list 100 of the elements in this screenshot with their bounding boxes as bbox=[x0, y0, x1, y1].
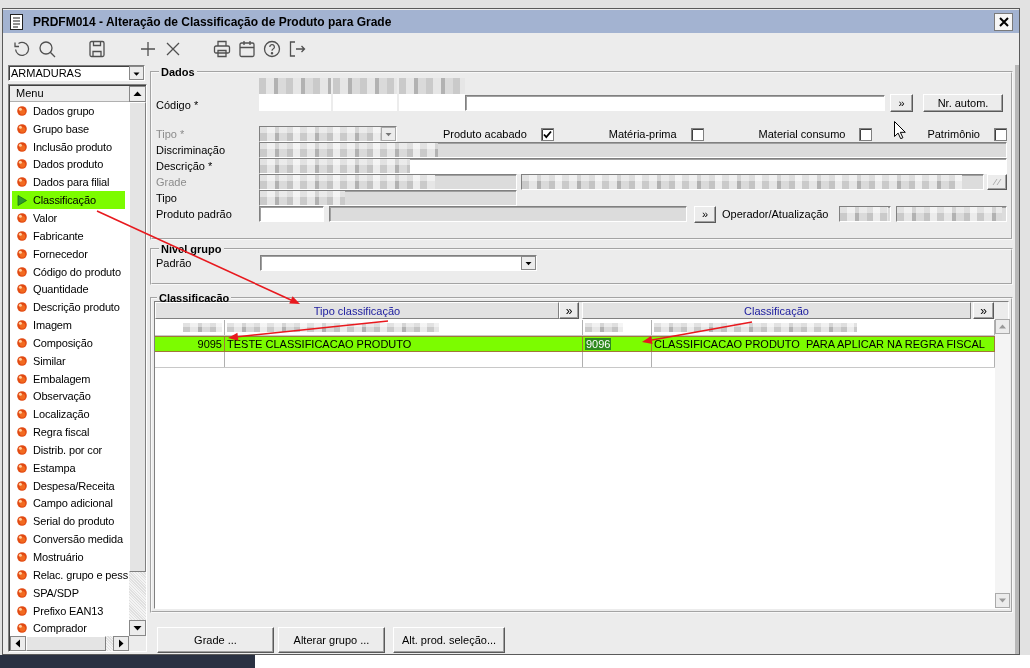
field-label: Descrição * bbox=[156, 160, 214, 172]
undo-icon[interactable] bbox=[13, 40, 31, 58]
bullet-icon bbox=[17, 569, 27, 580]
list-header: Menu bbox=[10, 86, 129, 102]
menu-item[interactable]: Comprador bbox=[12, 619, 129, 636]
menu-item[interactable]: Distrib. por cor bbox=[12, 441, 129, 459]
triangle-icon bbox=[17, 194, 27, 206]
bullet-icon bbox=[17, 498, 27, 509]
menu-item[interactable]: Classificação bbox=[12, 191, 125, 210]
lookup-button[interactable]: » bbox=[890, 94, 913, 112]
text-field[interactable] bbox=[259, 142, 1007, 158]
text-field[interactable] bbox=[521, 174, 984, 190]
horizontal-scrollbar[interactable] bbox=[10, 636, 129, 651]
bullet-icon bbox=[17, 266, 27, 277]
menu-item[interactable]: Descrição produto bbox=[12, 298, 129, 317]
menu-item[interactable]: Localização bbox=[12, 405, 129, 424]
menu-item[interactable]: Relac. grupo e pess bbox=[12, 565, 129, 584]
level-select[interactable] bbox=[260, 255, 537, 271]
menu-item[interactable]: SPA/SDP bbox=[12, 583, 129, 602]
menu-item[interactable]: Serial do produto bbox=[12, 512, 129, 531]
company-dropdown[interactable]: ARMADURAS bbox=[8, 65, 145, 81]
save-icon[interactable] bbox=[88, 40, 106, 58]
bullet-icon bbox=[17, 230, 27, 241]
bullet-icon bbox=[17, 105, 27, 116]
checkbox[interactable] bbox=[859, 127, 873, 141]
menu-item[interactable]: Campo adicional bbox=[12, 494, 129, 513]
menu-item[interactable]: Grupo base bbox=[12, 119, 129, 138]
column-header[interactable]: Classificação bbox=[582, 302, 971, 319]
menu-item[interactable]: Estampa bbox=[12, 458, 129, 477]
auto-number-button[interactable]: Nr. autom. bbox=[923, 94, 1003, 112]
bullet-icon bbox=[17, 320, 27, 331]
action-button[interactable]: Alt. prod. seleção... bbox=[393, 627, 505, 653]
menu-item[interactable]: Fabricante bbox=[12, 226, 129, 245]
delete-icon[interactable] bbox=[164, 40, 182, 58]
column-expand-button[interactable]: » bbox=[973, 302, 994, 319]
menu-item[interactable]: Imagem bbox=[12, 316, 129, 334]
column-expand-button[interactable]: » bbox=[559, 302, 579, 319]
action-button[interactable]: Grade ... bbox=[157, 627, 274, 653]
help-icon[interactable] bbox=[263, 40, 281, 58]
text-field[interactable] bbox=[896, 206, 1007, 222]
code-input[interactable] bbox=[465, 95, 885, 111]
bullet-icon bbox=[17, 373, 27, 384]
checkbox[interactable] bbox=[993, 127, 1007, 141]
scroll-right-icon[interactable] bbox=[113, 636, 129, 651]
text-field[interactable] bbox=[259, 206, 324, 222]
lookup-button[interactable]: » bbox=[694, 205, 716, 223]
menu-item[interactable]: Valor bbox=[12, 209, 129, 227]
window-title: PRDFM014 - Alteração de Classificação de Produto para Grade bbox=[33, 14, 393, 29]
bullet-icon bbox=[17, 587, 27, 598]
checkbox[interactable] bbox=[690, 127, 704, 141]
hatch-icon bbox=[992, 178, 1002, 186]
menu-item[interactable]: Observação bbox=[12, 387, 129, 406]
type-select[interactable] bbox=[259, 126, 397, 142]
bullet-icon bbox=[17, 462, 27, 473]
bullet-icon bbox=[17, 302, 27, 313]
text-field[interactable] bbox=[259, 174, 517, 190]
search-icon[interactable] bbox=[38, 40, 56, 58]
menu-item[interactable]: Prefixo EAN13 bbox=[12, 601, 129, 620]
menu-item[interactable]: Fornecedor bbox=[12, 244, 129, 263]
plus-icon[interactable] bbox=[139, 40, 157, 58]
menu-item[interactable]: Composição bbox=[12, 333, 129, 352]
checkbox-label: Matéria-prima bbox=[608, 128, 677, 140]
menu-item[interactable]: Quantidade bbox=[12, 280, 129, 299]
printer-icon[interactable] bbox=[213, 40, 231, 58]
field-label: Padrão bbox=[156, 257, 193, 269]
checkbox-label: Patrimônio bbox=[927, 128, 980, 140]
bullet-icon bbox=[17, 444, 27, 455]
bullet-icon bbox=[17, 123, 27, 134]
field-label: Grade bbox=[156, 176, 188, 188]
bullet-icon bbox=[17, 552, 27, 562]
field-label: Tipo bbox=[156, 192, 178, 204]
scroll-left-icon[interactable] bbox=[10, 636, 26, 651]
menu-item[interactable]: Embalagem bbox=[12, 369, 129, 388]
text-field[interactable] bbox=[259, 190, 517, 206]
menu-item[interactable]: Inclusão produto bbox=[12, 137, 129, 156]
menu-item[interactable]: Dados para filial bbox=[12, 173, 129, 192]
text-field[interactable] bbox=[259, 158, 1007, 174]
exit-icon[interactable] bbox=[288, 40, 306, 58]
scroll-up-icon[interactable] bbox=[129, 86, 146, 102]
bullet-icon bbox=[17, 623, 27, 634]
grade-button[interactable] bbox=[987, 174, 1007, 190]
menu-item[interactable]: Código do produto bbox=[12, 262, 129, 281]
menu-item[interactable]: Conversão medida bbox=[12, 530, 129, 549]
text-field[interactable] bbox=[329, 206, 687, 222]
bullet-icon bbox=[17, 391, 27, 402]
menu-item[interactable]: Dados produto bbox=[12, 155, 129, 174]
menu-item[interactable]: Similar bbox=[12, 351, 129, 370]
menu-item[interactable]: Dados grupo bbox=[12, 102, 129, 120]
action-button[interactable]: Alterar grupo ... bbox=[278, 627, 385, 653]
scroll-thumb[interactable] bbox=[26, 636, 106, 651]
menu-item[interactable]: Despesa/Receita bbox=[12, 476, 129, 495]
checkbox[interactable] bbox=[540, 127, 554, 141]
calendar-icon[interactable] bbox=[238, 40, 256, 58]
scroll-down-icon[interactable] bbox=[129, 620, 146, 636]
menu-item[interactable]: Mostruário bbox=[12, 548, 129, 566]
close-button[interactable] bbox=[994, 12, 1013, 31]
table-row[interactable]: 9095 TESTE CLASSIFICACAO PRODUTO 9096 CLASSIFICACAO PRODUTO PARA APLICAR NA REGRA FISCAL bbox=[155, 336, 995, 352]
column-header[interactable]: Tipo classificação bbox=[155, 302, 559, 319]
field-label: Produto padrão bbox=[156, 208, 233, 220]
menu-item[interactable]: Regra fiscal bbox=[12, 423, 129, 442]
